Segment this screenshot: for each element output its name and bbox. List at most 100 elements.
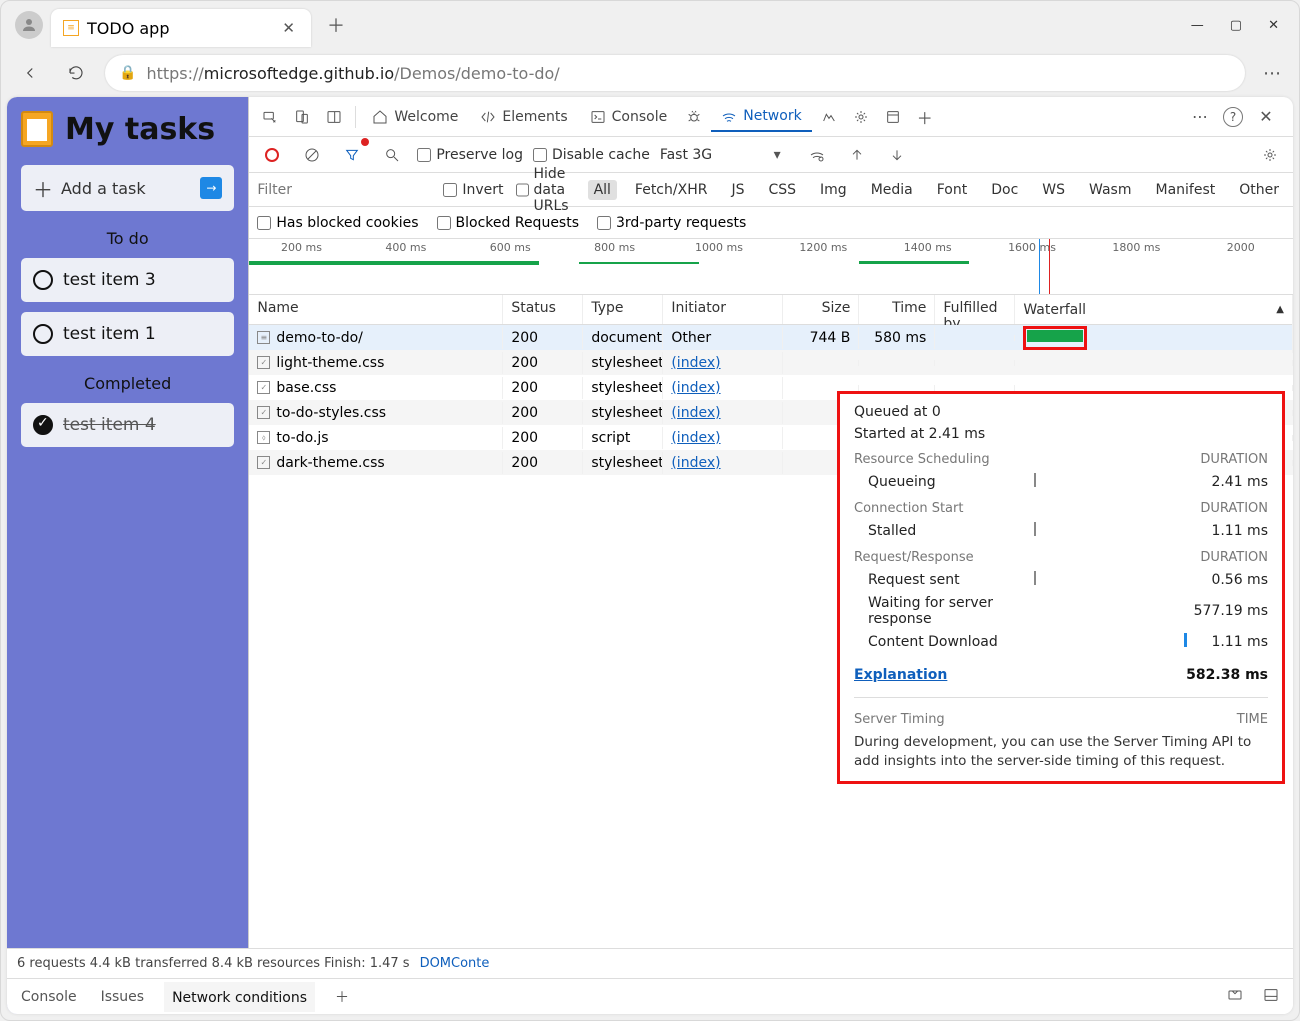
filter-type[interactable]: CSS (762, 180, 802, 200)
filter-type[interactable]: WS (1036, 180, 1071, 200)
col-name[interactable]: Name (249, 295, 503, 324)
tab-favicon: ≡ (63, 20, 79, 36)
filter-type-all[interactable]: All (588, 180, 617, 200)
disable-cache-checkbox[interactable]: Disable cache (533, 147, 650, 163)
more-tools-icon[interactable]: ⋯ (1185, 102, 1215, 132)
col-size[interactable]: Size (783, 295, 859, 324)
blocked-cookies-checkbox[interactable]: Has blocked cookies (257, 215, 418, 231)
col-initiator[interactable]: Initiator (663, 295, 783, 324)
server-timing-label: Server Timing (854, 712, 945, 727)
record-button[interactable] (257, 140, 287, 170)
drawer-tab-network-conditions[interactable]: Network conditions (164, 982, 315, 1012)
file-type-icon: ✓ (257, 381, 270, 394)
window-controls: — ▢ ✕ (1191, 18, 1293, 33)
inspect-element-icon[interactable] (255, 102, 285, 132)
network-request-row[interactable]: ≡demo-to-do/200documentOther744 B580 ms (249, 325, 1293, 350)
drawer-issues-icon[interactable] (1223, 981, 1247, 1013)
task-label: test item 1 (63, 324, 156, 344)
refresh-button[interactable] (59, 56, 93, 90)
col-time[interactable]: Time (859, 295, 935, 324)
initiator-link[interactable]: (index) (671, 455, 720, 471)
invert-checkbox[interactable]: Invert (443, 182, 503, 198)
file-type-icon: ≡ (257, 331, 270, 344)
close-devtools-icon[interactable]: ✕ (1251, 102, 1281, 132)
network-settings-icon[interactable] (1255, 140, 1285, 170)
minimize-button[interactable]: — (1191, 18, 1204, 33)
throttling-select[interactable]: Fast 3G (660, 147, 712, 163)
filter-type[interactable]: Other (1233, 180, 1285, 200)
filter-type[interactable]: Font (931, 180, 973, 200)
tab-close-icon[interactable]: ✕ (278, 15, 299, 41)
task-item[interactable]: test item 3 (21, 258, 234, 302)
lock-icon: 🔒 (119, 65, 136, 81)
filter-toggle-icon[interactable] (337, 140, 367, 170)
maximize-button[interactable]: ▢ (1230, 18, 1242, 33)
todo-app-page: My tasks ＋ Add a task → To do test item … (7, 97, 248, 1014)
filter-type[interactable]: JS (725, 180, 750, 200)
help-icon[interactable]: ? (1223, 107, 1243, 127)
add-tab-icon[interactable]: ＋ (910, 102, 940, 132)
page-title: My tasks (21, 111, 234, 147)
new-tab-button[interactable]: ＋ (321, 6, 351, 44)
clear-button[interactable] (297, 140, 327, 170)
filter-type[interactable]: Wasm (1083, 180, 1137, 200)
tab-welcome[interactable]: Welcome (362, 103, 468, 131)
col-status[interactable]: Status (503, 295, 583, 324)
col-type[interactable]: Type (583, 295, 663, 324)
drawer-tab-issues[interactable]: Issues (97, 983, 149, 1011)
network-toolbar: Preserve log Disable cache Fast 3G ▾ (249, 137, 1293, 173)
initiator-link[interactable]: (index) (671, 405, 720, 421)
tab-console[interactable]: Console (580, 103, 678, 131)
col-waterfall[interactable]: Waterfall▲ (1015, 295, 1293, 324)
task-checkbox[interactable] (33, 324, 53, 344)
initiator-link[interactable]: (index) (671, 355, 720, 371)
filter-type[interactable]: Fetch/XHR (629, 180, 714, 200)
import-har-icon[interactable] (842, 140, 872, 170)
footer-summary: 6 requests 4.4 kB transferred 8.4 kB res… (17, 956, 410, 971)
dock-side-icon[interactable] (319, 102, 349, 132)
tab-network[interactable]: Network (711, 102, 811, 132)
initiator-link[interactable]: (index) (671, 430, 720, 446)
filter-type[interactable]: Manifest (1149, 180, 1221, 200)
task-item-completed[interactable]: test item 4 (21, 403, 234, 447)
clipboard-icon (21, 111, 53, 147)
bug-icon[interactable] (679, 102, 709, 132)
network-overview[interactable]: 200 ms 400 ms 600 ms 800 ms 1000 ms 1200… (249, 239, 1293, 295)
filter-type[interactable]: Media (865, 180, 919, 200)
browser-tab[interactable]: ≡ TODO app ✕ (51, 9, 311, 47)
application-icon[interactable] (878, 102, 908, 132)
network-conditions-icon[interactable] (802, 140, 832, 170)
filter-input[interactable] (257, 182, 431, 198)
omnibox[interactable]: 🔒 https://microsoftedge.github.io/Demos/… (105, 55, 1245, 91)
device-toggle-icon[interactable] (287, 102, 317, 132)
profile-avatar[interactable] (15, 11, 43, 39)
filter-type[interactable]: Doc (985, 180, 1024, 200)
task-checkbox[interactable] (33, 270, 53, 290)
performance-icon[interactable] (814, 102, 844, 132)
network-request-row[interactable]: ✓light-theme.css200stylesheet(index) (249, 350, 1293, 375)
browser-menu-button[interactable]: ⋯ (1257, 57, 1287, 90)
drawer-tab-console[interactable]: Console (17, 983, 81, 1011)
export-har-icon[interactable] (882, 140, 912, 170)
initiator-link[interactable]: (index) (671, 380, 720, 396)
task-checkbox-checked[interactable] (33, 415, 53, 435)
throttle-dropdown-icon[interactable]: ▾ (762, 140, 792, 170)
submit-task-button[interactable]: → (200, 177, 222, 199)
third-party-checkbox[interactable]: 3rd-party requests (597, 215, 746, 231)
add-task-input[interactable]: ＋ Add a task → (21, 165, 234, 211)
back-button[interactable] (13, 56, 47, 90)
col-fulfilled[interactable]: Fulfilled by (935, 295, 1015, 324)
task-item[interactable]: test item 1 (21, 312, 234, 356)
search-icon[interactable] (377, 140, 407, 170)
gear-icon[interactable] (846, 102, 876, 132)
timing-row: Content Download1.11 ms (854, 633, 1268, 651)
preserve-log-checkbox[interactable]: Preserve log (417, 147, 523, 163)
close-window-button[interactable]: ✕ (1268, 18, 1279, 33)
filter-type[interactable]: Img (814, 180, 853, 200)
tab-elements[interactable]: Elements (470, 103, 577, 131)
blocked-requests-checkbox[interactable]: Blocked Requests (437, 215, 579, 231)
drawer-add-tab-icon[interactable]: ＋ (331, 981, 353, 1013)
waterfall-bar-highlighted (1023, 326, 1087, 350)
drawer-expand-icon[interactable] (1259, 981, 1283, 1013)
timing-explanation-link[interactable]: Explanation (854, 667, 947, 683)
